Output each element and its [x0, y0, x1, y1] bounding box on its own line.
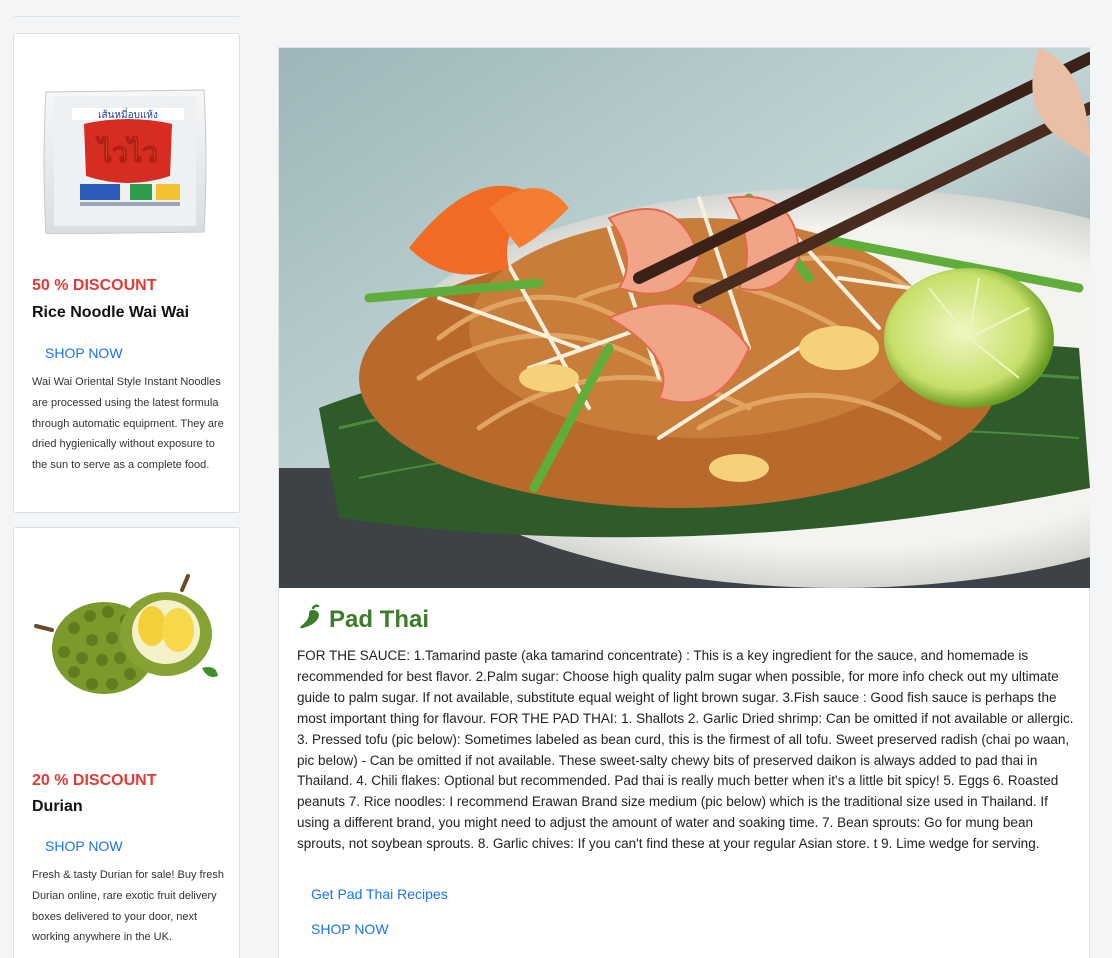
svg-text:เส้นหมี่อบแห้ง: เส้นหมี่อบแห้ง: [98, 107, 158, 121]
shop-now-button[interactable]: SHOP NOW: [311, 921, 389, 937]
article-card: Pad Thai FOR THE SAUCE: 1.Tamarind paste…: [278, 47, 1090, 958]
product-name: Rice Noodle Wai Wai: [32, 304, 190, 321]
top-divider: [14, 16, 239, 17]
get-recipes-link[interactable]: Get Pad Thai Recipes: [311, 886, 448, 902]
product-name: Durian: [32, 798, 83, 815]
durian-image: [32, 568, 222, 738]
product-description: Fresh & tasty Durian for sale! Buy fresh…: [32, 869, 224, 944]
shop-now-button[interactable]: SHOP NOW: [45, 345, 123, 361]
product-description: Wai Wai Oriental Style Instant Noodles a…: [32, 376, 224, 472]
discount-label: 20 % DISCOUNT: [32, 772, 157, 789]
article-title-row: Pad Thai: [297, 604, 429, 635]
shop-now-button[interactable]: SHOP NOW: [45, 838, 123, 854]
article-body: FOR THE SAUCE: 1.Tamarind paste (aka tam…: [297, 648, 1074, 852]
article-title: Pad Thai: [329, 605, 430, 633]
pad-thai-hero-image: [279, 48, 1090, 588]
discount-label: 50 % DISCOUNT: [32, 277, 157, 294]
product-card-durian: 20 % DISCOUNT Durian SHOP NOW Fresh & ta…: [13, 527, 240, 958]
product-card-rice-noodle: เส้นหมี่อบแห้ง ไวไว 50 % DISCOUNT Rice N…: [13, 33, 240, 513]
chili-pepper-icon: [297, 604, 323, 635]
svg-text:ไวไว: ไวไว: [95, 136, 158, 169]
rice-noodle-image: เส้นหมี่อบแห้ง ไวไว: [32, 64, 222, 235]
